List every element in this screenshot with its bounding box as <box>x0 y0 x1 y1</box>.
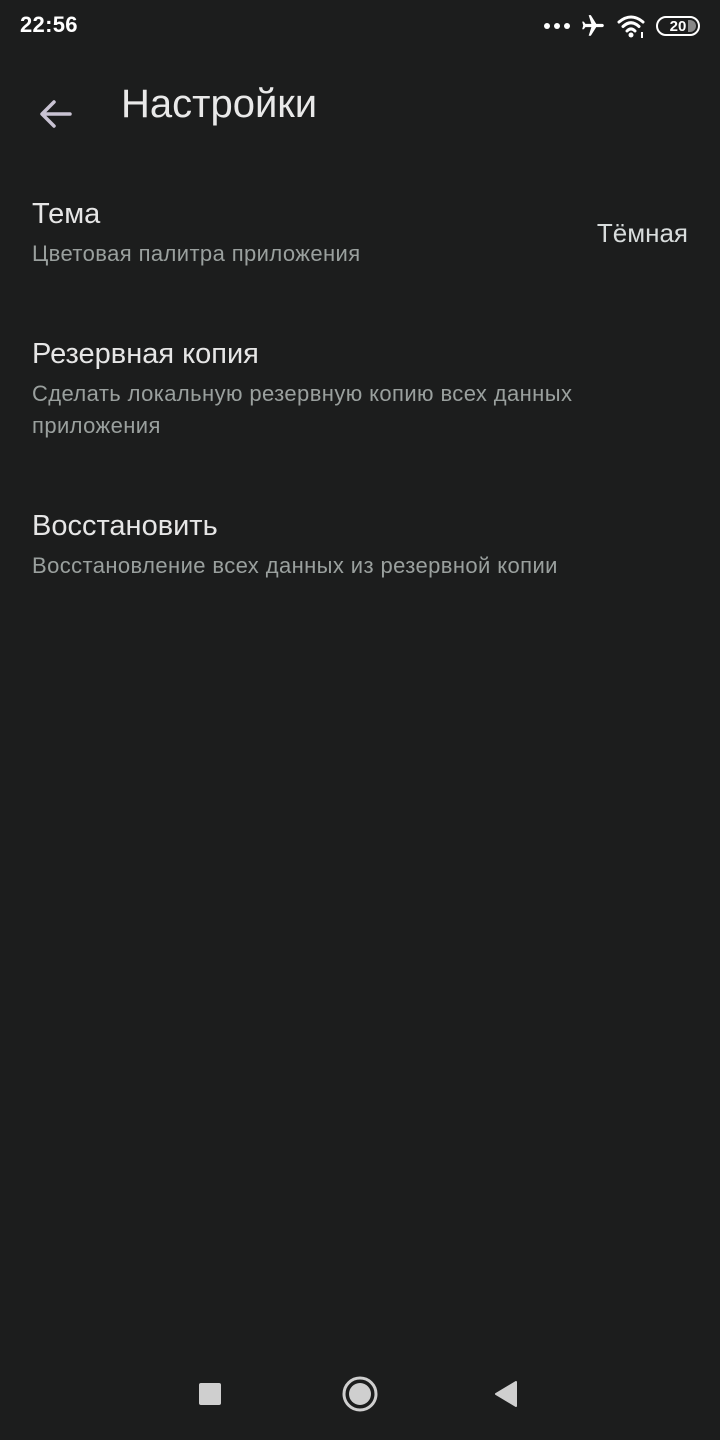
airplane-icon <box>582 15 604 36</box>
setting-backup-title: Резервная копия <box>32 338 259 370</box>
back-triangle-icon <box>495 1381 517 1407</box>
home-circle-icon <box>342 1376 378 1412</box>
battery-level: 20 <box>669 17 687 35</box>
status-icons: 20 <box>544 10 700 42</box>
app-bar: Настройки <box>0 60 720 160</box>
more-dots-icon <box>544 23 570 29</box>
back-nav-button[interactable] <box>478 1366 534 1422</box>
back-button[interactable] <box>24 82 88 146</box>
setting-backup[interactable]: Резервная копия Сделать локальную резерв… <box>0 320 720 470</box>
setting-theme[interactable]: Тема Цветовая палитра приложения Тёмная <box>0 180 720 300</box>
setting-restore[interactable]: Восстановить Восстановление всех данных … <box>0 492 720 612</box>
arrow-back-icon <box>40 100 72 128</box>
setting-theme-value: Тёмная <box>596 218 688 248</box>
recents-square-icon <box>199 1383 221 1405</box>
setting-theme-title: Тема <box>32 198 101 230</box>
setting-restore-description: Восстановление всех данных из резервной … <box>32 553 558 578</box>
status-time: 22:56 <box>20 12 78 37</box>
settings-screen: 22:56 20 Настройки Тема Цветовая палитра… <box>0 0 720 1440</box>
page-title: Настройки <box>121 82 318 126</box>
battery-icon: 20 <box>656 16 700 36</box>
wifi-icon <box>617 15 645 38</box>
home-button[interactable] <box>332 1366 388 1422</box>
recents-button[interactable] <box>182 1366 238 1422</box>
setting-restore-title: Восстановить <box>32 510 218 542</box>
status-bar: 22:56 20 <box>0 0 720 52</box>
setting-backup-description: Сделать локальную резервную копию всех д… <box>32 381 573 438</box>
setting-theme-description: Цветовая палитра приложения <box>32 241 361 266</box>
navigation-bar <box>0 1346 720 1440</box>
